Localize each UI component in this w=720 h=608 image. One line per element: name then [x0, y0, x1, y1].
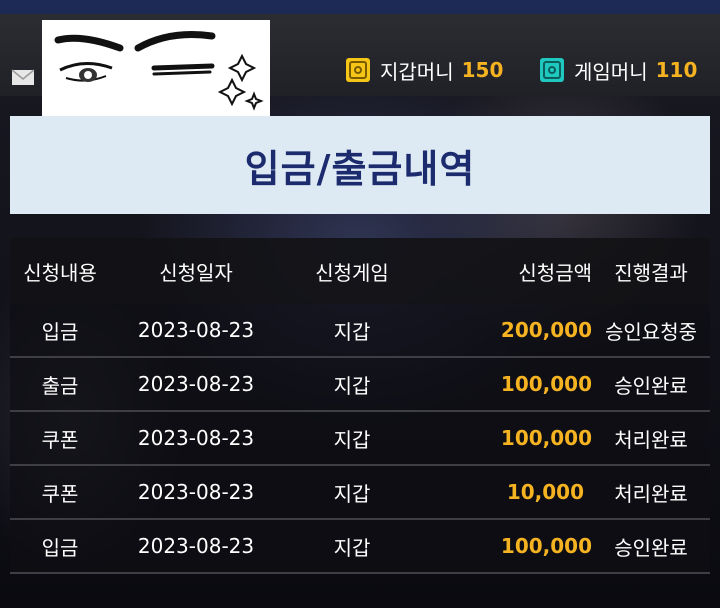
- table-row: 쿠폰 2023-08-23 지갑 100,000 처리완료: [10, 412, 710, 466]
- logo-image: [42, 20, 270, 116]
- request-status: 승인완료: [614, 535, 688, 560]
- request-date: 2023-08-23: [137, 372, 255, 396]
- page-title: 입금/출금내역: [244, 146, 476, 191]
- request-game: 지갑: [333, 373, 371, 398]
- wallet-label: 지갑머니: [380, 59, 454, 84]
- safe-icon: [346, 58, 370, 82]
- request-status: 승인완료: [614, 373, 688, 398]
- table-row: 출금 2023-08-23 지갑 100,000 승인완료: [10, 358, 710, 412]
- column-header: 신청게임: [315, 260, 389, 285]
- table-row: 입금 2023-08-23 지갑 200,000 승인요청중: [10, 304, 710, 358]
- request-game: 지갑: [333, 427, 371, 452]
- request-amount: 10,000: [506, 480, 584, 504]
- column-header: 신청내용: [23, 260, 97, 285]
- game-money[interactable]: 게임머니 110: [538, 55, 697, 85]
- request-type: 입금: [41, 319, 79, 344]
- table-header: 신청내용 신청일자 신청게임 신청금액 진행결과: [10, 238, 710, 304]
- request-game: 지갑: [333, 481, 371, 506]
- request-date: 2023-08-23: [137, 534, 255, 558]
- request-status: 처리완료: [614, 427, 688, 452]
- request-date: 2023-08-23: [137, 426, 255, 450]
- column-header: 진행결과: [614, 260, 688, 285]
- game-amount: 110: [655, 58, 698, 82]
- request-status: 처리완료: [614, 481, 688, 506]
- request-date: 2023-08-23: [137, 318, 255, 342]
- column-header: 신청금액: [518, 260, 592, 285]
- wallet-amount: 150: [461, 58, 504, 82]
- request-status: 승인요청중: [605, 319, 697, 344]
- request-amount: 100,000: [500, 534, 592, 558]
- mail-icon[interactable]: [11, 67, 39, 87]
- wallet-money[interactable]: 지갑머니 150: [344, 55, 503, 85]
- request-type: 출금: [41, 373, 79, 398]
- request-amount: 200,000: [500, 318, 592, 342]
- request-amount: 100,000: [500, 372, 592, 396]
- request-type: 쿠폰: [41, 427, 79, 452]
- table-row: 입금 2023-08-23 지갑 100,000 승인완료: [10, 520, 710, 574]
- safe-icon: [540, 58, 564, 82]
- request-type: 쿠폰: [41, 481, 79, 506]
- request-amount: 100,000: [500, 426, 592, 450]
- request-game: 지갑: [333, 535, 371, 560]
- page-title-box: 입금/출금내역: [10, 116, 710, 214]
- request-game: 지갑: [333, 319, 371, 344]
- column-header: 신청일자: [159, 260, 233, 285]
- table-row: 쿠폰 2023-08-23 지갑 10,000 처리완료: [10, 466, 710, 520]
- game-label: 게임머니: [574, 59, 648, 84]
- request-type: 입금: [41, 535, 79, 560]
- request-date: 2023-08-23: [137, 480, 255, 504]
- history-table: 신청내용 신청일자 신청게임 신청금액 진행결과 입금 2023-08-23 지…: [10, 238, 710, 574]
